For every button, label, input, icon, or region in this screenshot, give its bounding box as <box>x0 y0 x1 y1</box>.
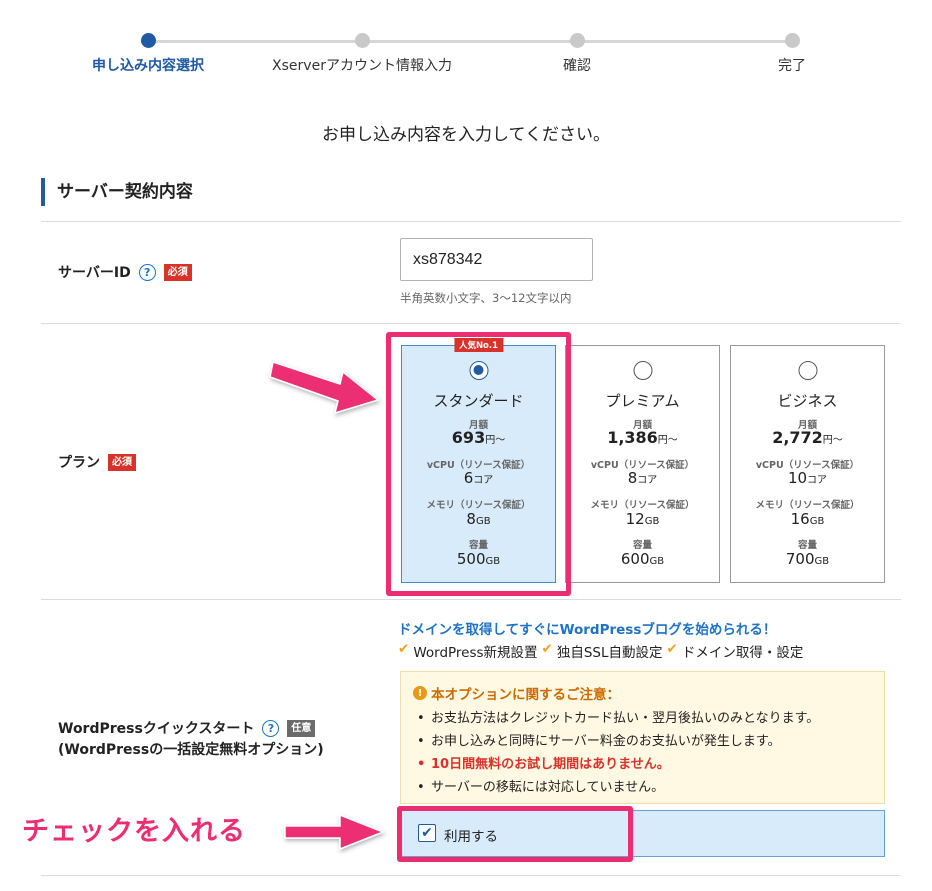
notice-item: サーバーの移転には対応していません。 <box>413 776 872 799</box>
check-icon: ✔ <box>398 641 410 657</box>
plan-price: 1,386円〜 <box>566 428 719 447</box>
plan-cpu-unit: コア <box>637 475 658 486</box>
wp-label-group: WordPressクイックスタート ? 任意 <box>58 718 316 738</box>
plan-cpu-value: 8 <box>627 469 638 487</box>
plan-mem-unit: GB <box>644 516 660 527</box>
wp-features: ✔ WordPress新規設置 ✔ 独自SSL自動設定 ✔ ドメイン取得・設定 <box>398 641 803 661</box>
plan-cpu: 10コア <box>731 469 884 487</box>
plan-cpu-value: 10 <box>787 469 808 487</box>
step-label-confirm: 確認 <box>563 58 591 74</box>
plan-label-group: プラン 必須 <box>58 452 136 472</box>
plan-cpu-unit: コア <box>807 475 828 486</box>
notice-title-row: ! 本オプションに関するご注意： <box>413 683 872 703</box>
intro-text: お申し込み内容を入力してください。 <box>322 125 610 145</box>
server-id-input[interactable] <box>400 238 593 281</box>
divider <box>41 323 901 324</box>
wp-feature: WordPress新規設置 <box>413 645 538 661</box>
plan-price-unit: 円〜 <box>822 435 843 446</box>
divider <box>41 875 901 876</box>
step-label-select: 申し込み内容選択 <box>92 58 204 74</box>
plan-price-unit: 円〜 <box>657 435 678 446</box>
server-id-label: サーバーID <box>58 265 131 281</box>
plan-price-value: 1,386 <box>607 428 658 447</box>
server-id-label-group: サーバーID ? 必須 <box>58 262 192 282</box>
plan-label: プラン <box>58 455 100 471</box>
plan-mem-value: 12 <box>625 510 645 528</box>
plan-radio-business[interactable] <box>798 361 817 380</box>
plan-highlight-frame <box>386 332 571 596</box>
step-dot-2 <box>355 33 370 48</box>
plan-cpu: 8コア <box>566 469 719 487</box>
notice-title: 本オプションに関するご注意： <box>431 687 620 703</box>
annotation-text: チェックを入れる <box>22 816 246 847</box>
plan-mem-value: 16 <box>790 510 810 528</box>
plan-disk: 600GB <box>566 550 719 568</box>
notice-item: お支払方法はクレジットカード払い・翌月後払いのみとなります。 <box>413 707 872 730</box>
plan-disk-unit: GB <box>814 556 830 567</box>
notice-list: お支払方法はクレジットカード払い・翌月後払いのみとなります。 お申し込みと同時に… <box>413 707 872 799</box>
plan-disk-unit: GB <box>649 556 665 567</box>
step-dot-1 <box>141 33 156 48</box>
check-icon: ✔ <box>541 641 553 657</box>
notice-item-emphasis: 10日間無料のお試し期間はありません。 <box>413 753 872 776</box>
notice-item: お申し込みと同時にサーバー料金のお支払いが発生します。 <box>413 730 872 753</box>
help-icon[interactable]: ? <box>262 719 280 737</box>
plan-radio-premium[interactable] <box>633 361 652 380</box>
plan-card-premium[interactable]: プレミアム 月額 1,386円〜 vCPU（リソース保証） 8コア メモリ（リソ… <box>565 345 720 583</box>
section-title: サーバー契約内容 <box>41 178 193 206</box>
plan-card-business[interactable]: ビジネス 月額 2,772円〜 vCPU（リソース保証） 10コア メモリ（リソ… <box>730 345 885 583</box>
plan-disk-label: 容量 <box>797 540 817 551</box>
required-badge: 必須 <box>163 263 192 281</box>
plan-name: ビジネス <box>777 392 838 410</box>
wp-feature: ドメイン取得・設定 <box>681 645 804 661</box>
plan-mem: 16GB <box>731 510 884 528</box>
step-dot-3 <box>570 33 585 48</box>
wp-feature: 独自SSL自動設定 <box>556 645 663 661</box>
plan-disk-value: 600 <box>620 550 650 568</box>
plan-price-value: 2,772 <box>772 428 823 447</box>
help-icon[interactable]: ? <box>138 263 156 281</box>
plan-price: 2,772円〜 <box>731 428 884 447</box>
wp-label: WordPressクイックスタート <box>58 721 255 737</box>
plan-mem: 12GB <box>566 510 719 528</box>
warning-icon: ! <box>413 686 427 700</box>
divider <box>41 221 901 222</box>
plan-mem-label: メモリ（リソース保証） <box>755 500 860 511</box>
plan-name: プレミアム <box>605 392 680 410</box>
check-icon: ✔ <box>666 641 678 657</box>
step-label-complete: 完了 <box>778 58 806 74</box>
plan-disk-label: 容量 <box>632 540 652 551</box>
step-dot-4 <box>785 33 800 48</box>
plan-mem-label: メモリ（リソース保証） <box>590 500 695 511</box>
required-badge: 必須 <box>108 453 136 471</box>
wp-notice: ! 本オプションに関するご注意： お支払方法はクレジットカード払い・翌月後払いの… <box>400 671 885 804</box>
arrow-to-plan <box>269 361 380 415</box>
plan-disk-value: 700 <box>785 550 815 568</box>
plan-disk: 700GB <box>731 550 884 568</box>
wp-headline: ドメインを取得してすぐにWordPressブログを始められる！ <box>398 622 777 638</box>
step-label-account: Xserverアカウント情報入力 <box>272 58 452 74</box>
checkbox-highlight-frame <box>397 806 633 862</box>
progress-stepper: 申し込み内容選択 Xserverアカウント情報入力 確認 完了 <box>0 0 932 90</box>
divider <box>41 599 901 600</box>
arrow-to-checkbox <box>284 813 386 851</box>
optional-badge: 任意 <box>287 719 316 737</box>
wp-sublabel: (WordPressの一括設定無料オプション) <box>58 742 324 758</box>
server-id-hint: 半角英数小文字、3〜12文字以内 <box>400 291 572 305</box>
plan-mem-unit: GB <box>809 516 825 527</box>
progress-track <box>148 40 793 43</box>
